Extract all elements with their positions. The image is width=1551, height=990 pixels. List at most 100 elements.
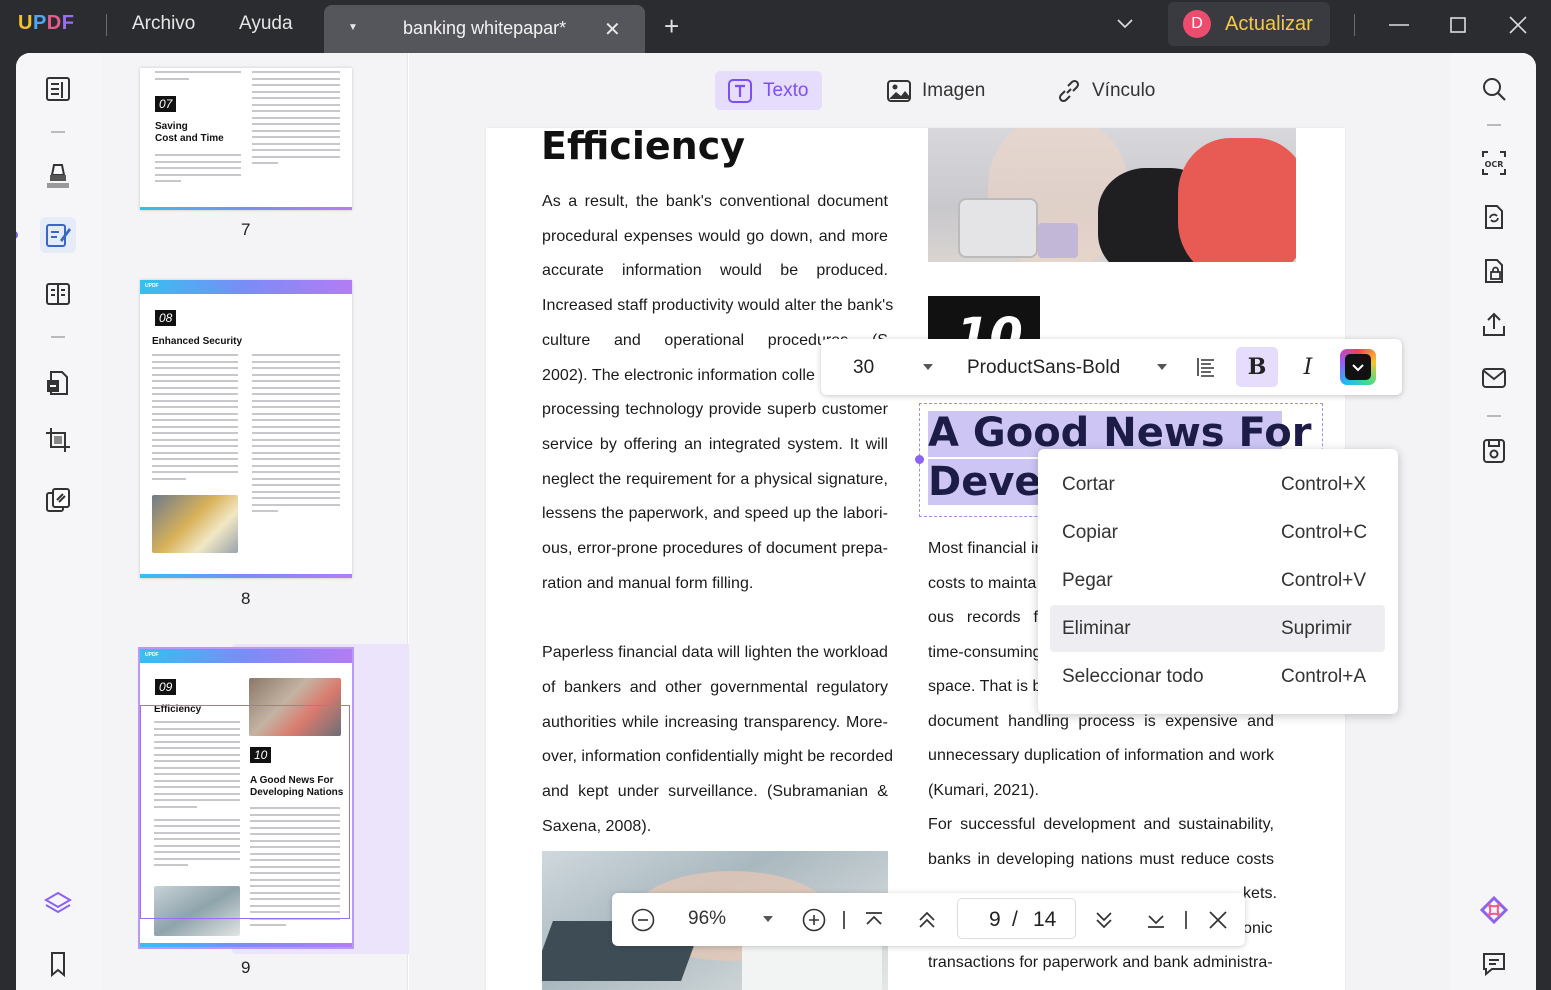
comment-highlighter-icon[interactable] [40, 158, 76, 194]
last-page-icon[interactable] [1142, 906, 1170, 934]
chevron-down-icon[interactable] [1115, 13, 1135, 38]
paragraph-line: document handling process is expensive a… [928, 713, 1274, 730]
menu-item-label: Pegar [1062, 570, 1113, 591]
align-left-icon[interactable] [1185, 347, 1227, 387]
context-menu: Cortar Control+X Copiar Control+C Pegar … [1038, 449, 1398, 714]
menu-item-paste[interactable]: Pegar Control+V [1050, 557, 1385, 604]
menu-item-cut[interactable]: Cortar Control+X [1050, 461, 1385, 508]
section-number: 10 [956, 308, 1023, 342]
total-pages: 14 [1033, 908, 1057, 931]
menu-ayuda[interactable]: Ayuda [239, 13, 293, 35]
protect-file-icon[interactable] [1478, 255, 1510, 287]
image-tool-button[interactable]: Imagen [874, 71, 999, 110]
upgrade-label: Actualizar [1225, 13, 1313, 35]
menu-item-copy[interactable]: Copiar Control+C [1050, 509, 1385, 556]
thumbnail-panel: 07 Saving Cost and Time 7 UPDF 08 Enhanc… [101, 53, 462, 990]
close-tab-icon[interactable]: ✕ [604, 17, 621, 42]
zoom-dropdown-icon[interactable] [763, 916, 773, 922]
section-heading[interactable]: Efficiency [541, 128, 745, 168]
menu-item-label: Seleccionar todo [1062, 666, 1204, 687]
text-tool-label: Texto [763, 79, 809, 101]
organize-pages-icon[interactable] [40, 276, 76, 312]
divider [51, 131, 65, 133]
paragraph-line: banks in developing nations must reduce … [928, 851, 1274, 868]
previous-page-icon[interactable] [913, 906, 941, 934]
app-logo: UPDF [18, 12, 75, 34]
save-icon[interactable] [1478, 435, 1510, 467]
paragraph-line: neglect the requirement for a physical s… [542, 470, 888, 488]
zoom-level[interactable]: 96% [688, 908, 726, 930]
divider [843, 911, 845, 929]
close-nav-icon[interactable] [1204, 906, 1232, 934]
photo-women-at-desk[interactable] [928, 128, 1296, 262]
thumb-number: 08 [155, 310, 177, 326]
paragraph-line: For successful development and sustainab… [928, 816, 1274, 833]
divider [1487, 415, 1501, 417]
convert-file-icon[interactable] [1478, 201, 1510, 233]
thumbnail-page-8[interactable]: UPDF 08 Enhanced Security [140, 280, 352, 578]
italic-icon: I [1303, 354, 1313, 380]
menu-item-shortcut: Control+X [1281, 474, 1367, 495]
font-family-dropdown-icon[interactable] [1157, 364, 1167, 370]
close-window-icon[interactable] [1505, 12, 1531, 38]
thumb-title: Enhanced Security [152, 336, 243, 347]
thumbnail-page-9[interactable]: UPDF 09 Efficiency 10 A Good News For De… [138, 647, 354, 949]
bookmark-icon[interactable] [40, 946, 76, 982]
tab-dropdown-icon[interactable]: ▼ [348, 22, 358, 33]
first-page-icon[interactable] [860, 906, 888, 934]
resize-handle[interactable] [915, 455, 924, 464]
upgrade-button[interactable]: D Actualizar [1168, 2, 1330, 46]
crop-icon[interactable] [40, 422, 76, 458]
font-size-dropdown-icon[interactable] [923, 364, 933, 370]
menu-item-shortcut: Control+A [1281, 666, 1367, 687]
bold-button[interactable]: B [1236, 347, 1278, 387]
comments-icon[interactable] [1478, 948, 1510, 980]
menu-item-label: Cortar [1062, 474, 1115, 495]
menu-item-delete[interactable]: Eliminar Suprimir [1050, 605, 1385, 652]
text-tool-button[interactable]: Texto [715, 71, 823, 110]
italic-button[interactable]: I [1287, 347, 1329, 387]
edit-toolbar: Texto Imagen Vínculo [409, 53, 1451, 128]
avatar: D [1183, 10, 1211, 38]
thumb-page-label: 8 [241, 589, 251, 608]
font-size-select[interactable]: 30 [853, 357, 874, 379]
ocr-icon[interactable]: OCR [1478, 147, 1510, 179]
ai-assistant-icon[interactable] [1478, 894, 1510, 926]
section-number-box[interactable]: 10 [928, 296, 1040, 342]
image-tool-label: Imagen [922, 79, 986, 101]
thumbnail-page-7[interactable]: 07 Saving Cost and Time [140, 68, 352, 210]
paragraph-line: lessens the paperwork, and speed up the … [542, 505, 888, 523]
thumb-logo: UPDF [145, 283, 159, 289]
new-tab-icon[interactable]: + [664, 13, 679, 39]
layers-icon[interactable] [40, 886, 76, 922]
page-number-input[interactable]: 9 / 14 [957, 898, 1076, 939]
menu-item-select-all[interactable]: Seleccionar todo Control+A [1050, 653, 1385, 700]
next-page-icon[interactable] [1090, 906, 1118, 934]
divider [51, 336, 65, 338]
page-tools-icon[interactable] [40, 482, 76, 518]
paragraph-line: 2002). The electronic information colle [542, 366, 815, 384]
search-icon[interactable] [1478, 73, 1510, 105]
document-tab[interactable]: ▼ banking whitepapar* ✕ [324, 5, 645, 53]
minimize-icon[interactable] [1386, 12, 1412, 38]
reader-mode-icon[interactable] [40, 71, 76, 107]
zoom-in-icon[interactable] [800, 906, 828, 934]
text-color-picker[interactable] [1340, 349, 1376, 385]
font-family-select[interactable]: ProductSans-Bold [967, 357, 1120, 379]
convert-icon[interactable] [40, 365, 76, 401]
menu-archivo[interactable]: Archivo [132, 13, 195, 35]
share-icon[interactable] [1478, 309, 1510, 341]
page-navigation-bar: 96% 9 / 14 [612, 893, 1245, 946]
paragraph-line: over, information confidentially might b… [542, 748, 894, 766]
link-tool-button[interactable]: Vínculo [1044, 71, 1169, 110]
paragraph-line: authorities while increasing transparenc… [542, 713, 888, 731]
zoom-out-icon[interactable] [629, 906, 657, 934]
paragraph-line: costs to mainta [928, 575, 1037, 592]
email-icon[interactable] [1478, 362, 1510, 394]
paragraph-line: Saxena, 2008). [542, 817, 652, 835]
thumb-title: Saving Cost and Time [155, 121, 224, 144]
edit-pdf-icon[interactable] [40, 217, 76, 253]
thumb-page-label: 9 [241, 958, 251, 977]
divider [106, 14, 107, 36]
maximize-icon[interactable] [1445, 12, 1471, 38]
